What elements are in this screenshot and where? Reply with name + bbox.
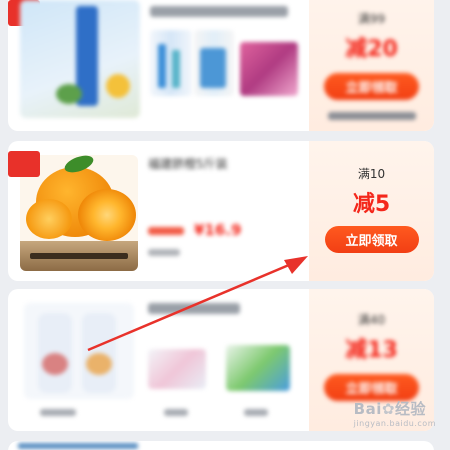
product-title [150,6,288,17]
product-card-1[interactable]: 满99 减20 立即领取 [8,0,434,131]
promo-tag [8,151,40,177]
product-image[interactable] [24,303,134,399]
product-title [148,303,240,314]
thumb-caption [244,409,268,416]
coupon-panel: 满99 减20 立即领取 [309,0,434,131]
coupon-threshold: 满99 [357,12,386,26]
product-thumb[interactable] [148,349,206,389]
product-card-2[interactable]: 福建脐橙5斤装 ¥16.9 满10 减5 立即领取 [8,141,434,281]
coupon-threshold: 满40 [357,313,386,327]
product-thumb[interactable] [226,345,290,391]
product-title: 福建脐橙5斤装 [148,157,228,171]
watermark: Bai✿经验 jingyan.baidu.com [354,398,436,428]
coupon-note [327,112,416,120]
product-price: ¥16.9 [194,221,242,239]
coupon-discount: 减13 [345,338,398,363]
product-caption [40,409,76,416]
watermark-site: jingyan.baidu.com [353,419,436,428]
original-price [148,249,180,256]
product-thumb[interactable] [240,42,298,96]
coupon-discount: 减5 [352,192,391,217]
thumb-caption [164,409,188,416]
product-image[interactable] [20,0,140,118]
watermark-brand: Bai [353,400,382,418]
product-card-4[interactable] [8,441,434,450]
claim-coupon-button[interactable]: 立即领取 [324,226,419,253]
product-thumb[interactable] [150,30,192,96]
paw-icon: ✿ [381,400,395,418]
watermark-suffix: 经验 [394,400,426,418]
product-thumb[interactable] [194,30,234,96]
coupon-panel: 满10 减5 立即领取 [309,141,434,281]
coupon-discount: 减20 [345,37,398,62]
price-label [148,227,184,235]
claim-coupon-button[interactable]: 立即领取 [324,73,419,100]
coupon-threshold: 满10 [357,167,386,181]
claim-coupon-button[interactable]: 立即领取 [324,374,419,401]
